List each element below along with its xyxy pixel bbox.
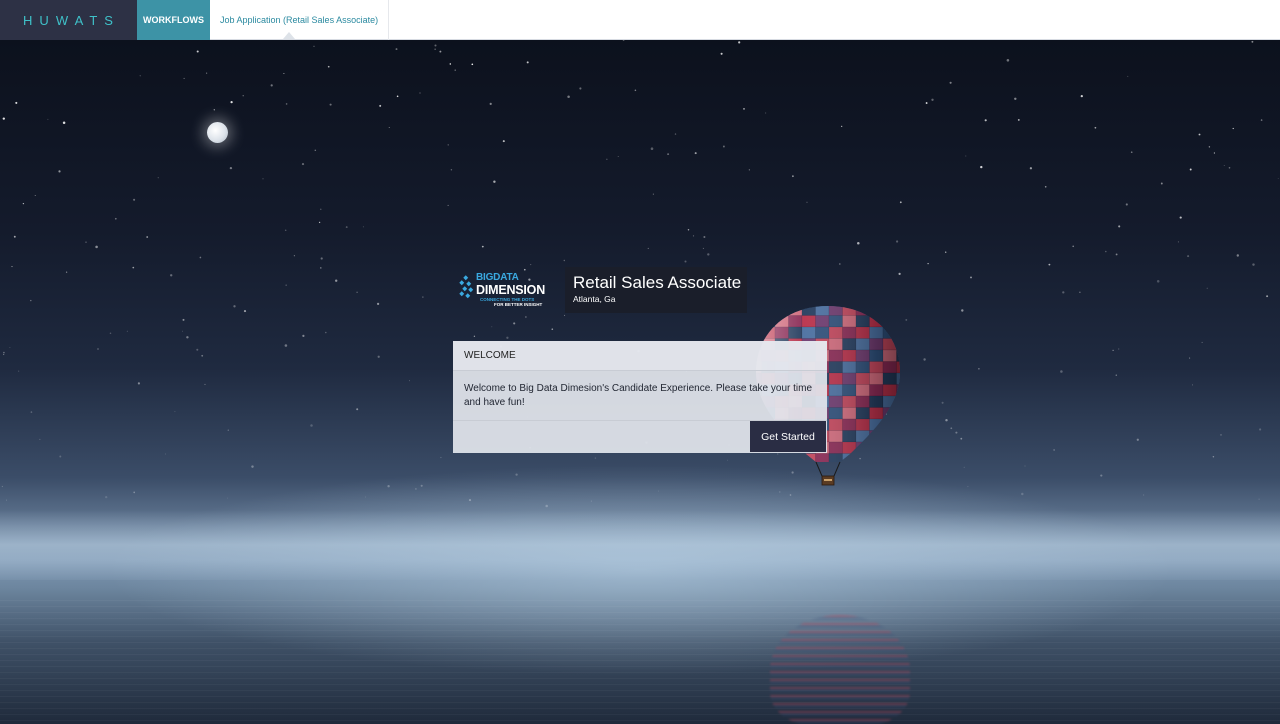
breadcrumb-caret-icon [283, 32, 295, 39]
app-brand[interactable]: HUWATS [0, 0, 137, 40]
company-logo: BIGDATA DIMENSION CONNECTING THE DOTS FO… [458, 271, 550, 311]
balloon-reflection [770, 615, 910, 724]
logo-text-bigdata: BIGDATA [476, 272, 519, 283]
welcome-panel-footer: Get Started [453, 421, 827, 453]
horizon-glow [0, 510, 1280, 580]
job-location: Atlanta, Ga [573, 294, 616, 304]
get-started-button[interactable]: Get Started [750, 421, 826, 452]
logo-text-dimension: DIMENSION [476, 283, 546, 297]
moon [207, 122, 228, 143]
logo-tagline-2: FOR BETTER INSIGHT [494, 302, 543, 307]
dots-logo-icon [459, 275, 474, 299]
welcome-panel-header: WELCOME [453, 341, 827, 371]
nav-workflows[interactable]: WORKFLOWS [137, 0, 210, 40]
top-bar: HUWATS WORKFLOWS Job Application (Retail… [0, 0, 1280, 40]
welcome-message: Welcome to Big Data Dimesion's Candidate… [453, 371, 827, 421]
job-title: Retail Sales Associate [573, 273, 742, 292]
breadcrumb-job-application[interactable]: Job Application (Retail Sales Associate) [210, 0, 390, 40]
water-surface [0, 600, 1280, 724]
job-header-card: Retail Sales Associate Atlanta, Ga [565, 267, 747, 313]
welcome-panel: WELCOME Welcome to Big Data Dimesion's C… [453, 341, 827, 453]
